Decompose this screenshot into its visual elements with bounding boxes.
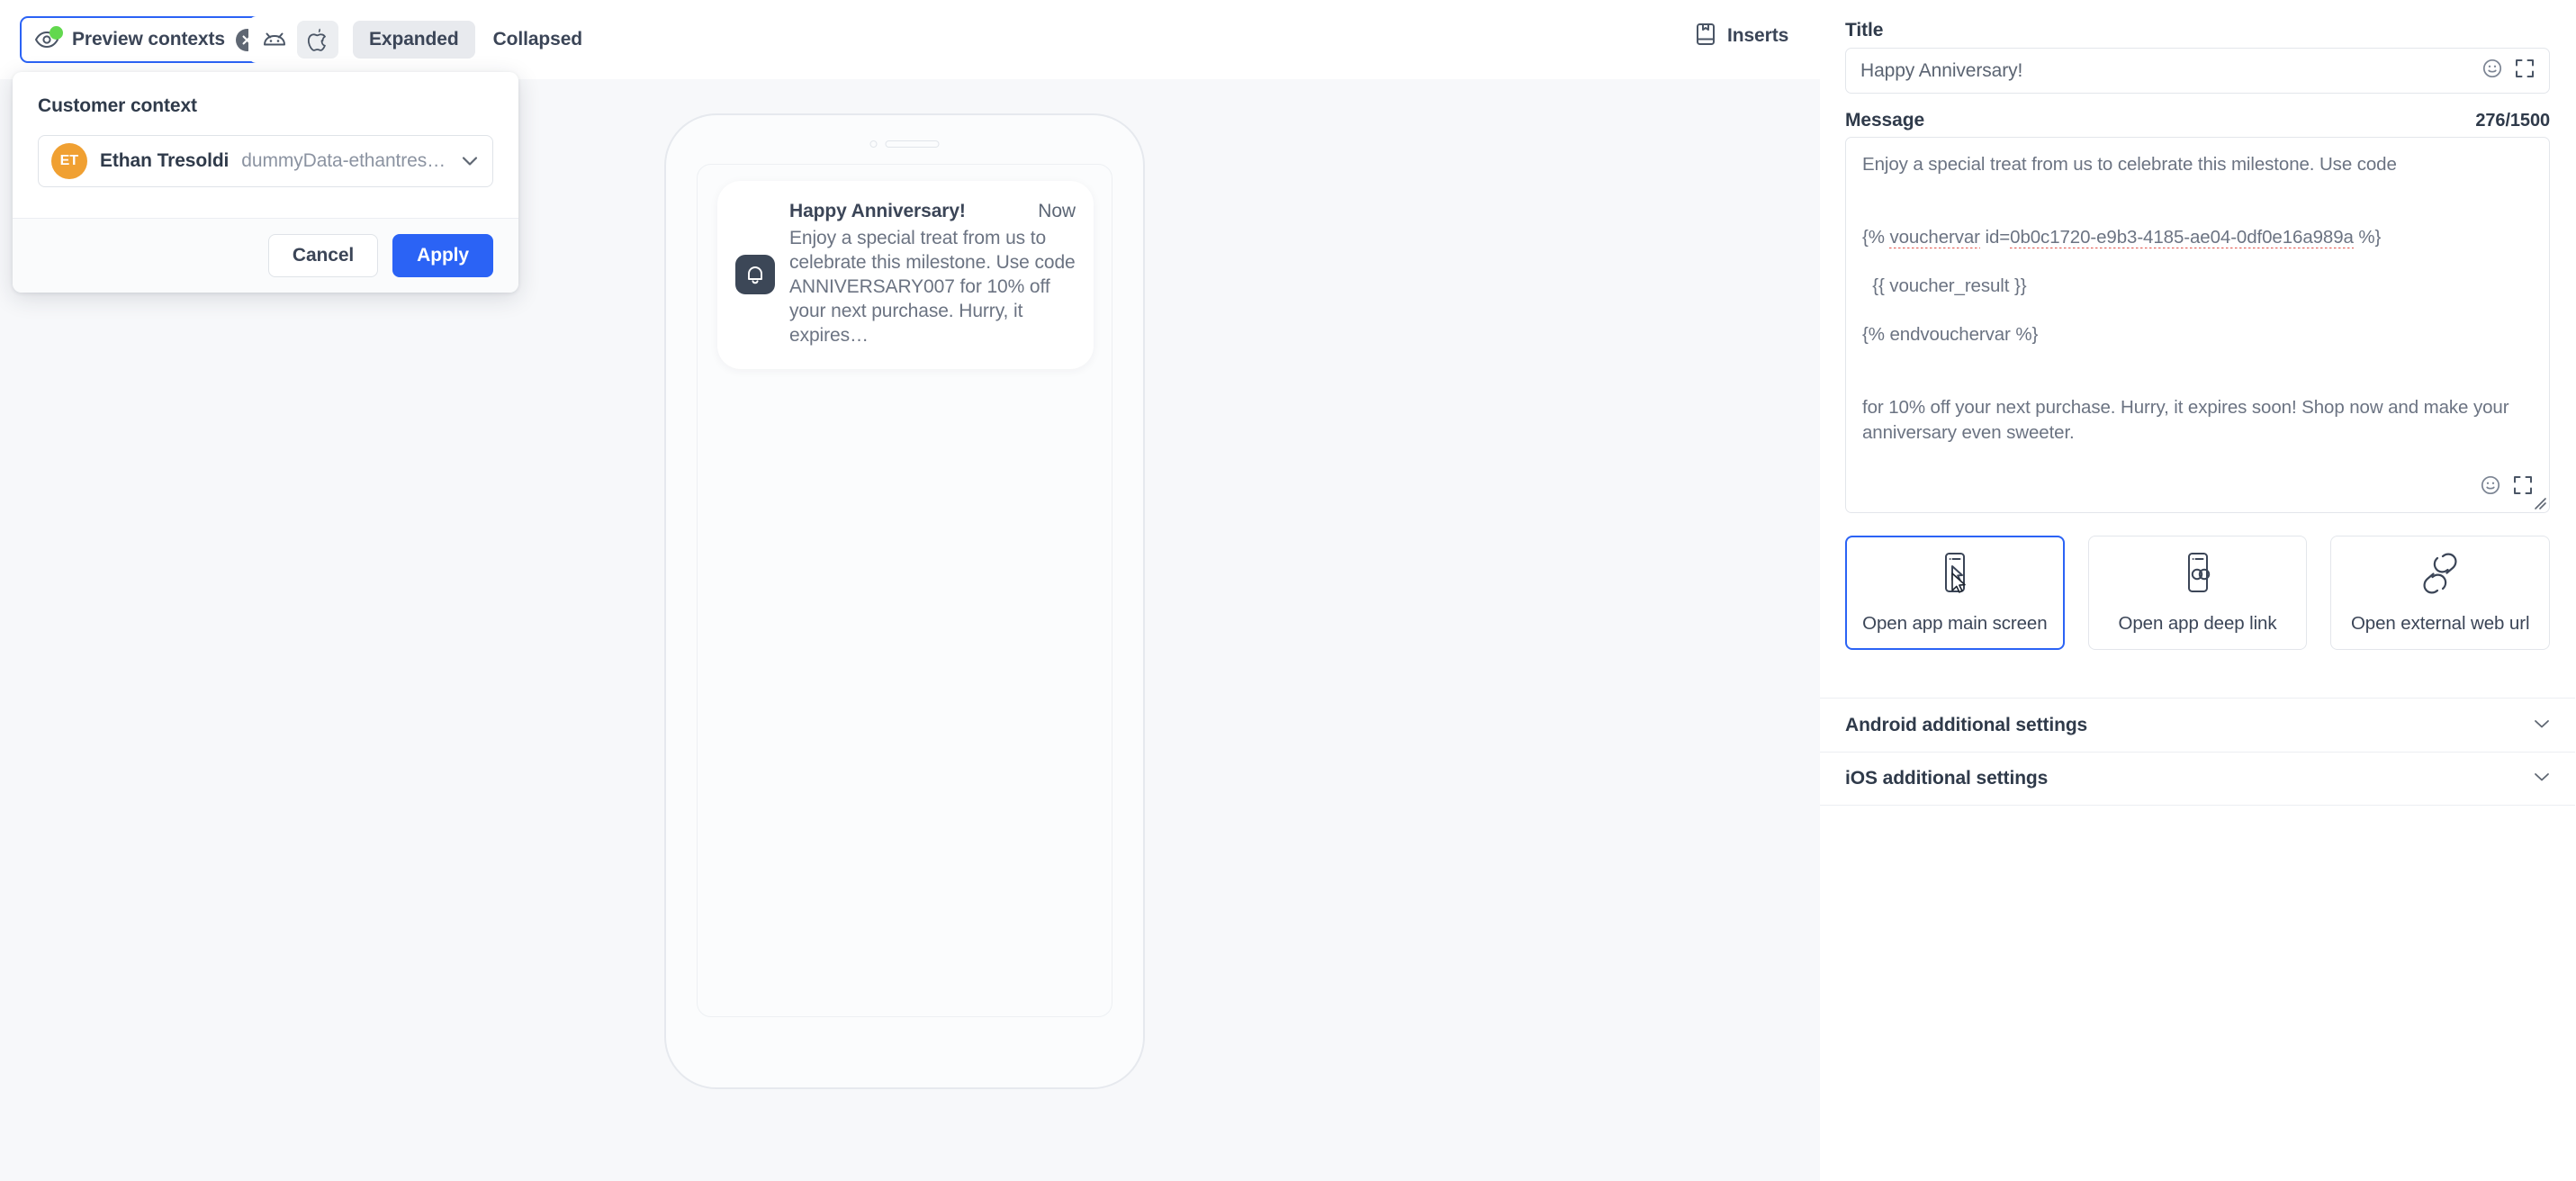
- phone-camera-dot: [870, 140, 878, 148]
- preview-pane: Preview contexts: [0, 0, 1820, 1181]
- phone-cursor-icon: [1938, 551, 1972, 600]
- message-line-4: {% endvouchervar %}: [1862, 324, 2038, 345]
- platform-toggle-group: [248, 16, 344, 63]
- display-mode-group: Expanded Collapsed: [349, 16, 602, 63]
- emoji-icon[interactable]: [2481, 475, 2500, 500]
- book-icon: [1696, 23, 1716, 50]
- message-tag-keyword: vouchervar: [1889, 227, 1979, 248]
- chain-link-icon: [2419, 551, 2461, 600]
- action-card-group: Open app main screen Open app deep link: [1845, 536, 2550, 650]
- message-field-label: Message: [1845, 110, 1924, 131]
- message-textarea[interactable]: Enjoy a special treat from us to celebra…: [1845, 137, 2550, 513]
- customer-name: Ethan Tresoldi: [100, 150, 229, 172]
- emoji-icon[interactable]: [2482, 59, 2502, 83]
- popover-body: Customer context ET Ethan Tresoldi dummy…: [13, 72, 518, 218]
- cancel-button[interactable]: Cancel: [268, 234, 378, 277]
- notification-header: Happy Anniversary! Now: [789, 201, 1076, 222]
- action-card-label: Open external web url: [2351, 613, 2529, 635]
- title-input[interactable]: Happy Anniversary!: [1845, 48, 2550, 94]
- message-line-3: {{ voucher_result }}: [1862, 275, 2026, 296]
- customer-context-popover: Customer context ET Ethan Tresoldi dummy…: [13, 72, 518, 293]
- mode-collapsed-button[interactable]: Collapsed: [477, 21, 599, 59]
- message-tag-id: 0b0c1720-e9b3-4185-ae04-0df0e16a989a: [2010, 227, 2354, 248]
- popover-footer: Cancel Apply: [13, 218, 518, 293]
- inserts-label: Inserts: [1727, 25, 1788, 47]
- notification-body: Happy Anniversary! Now Enjoy a special t…: [789, 201, 1076, 347]
- platform-toggle-ios[interactable]: [297, 21, 338, 59]
- phone-screen: Happy Anniversary! Now Enjoy a special t…: [697, 164, 1112, 1017]
- message-textarea-content: Enjoy a special treat from us to celebra…: [1846, 138, 2549, 445]
- apply-button[interactable]: Apply: [392, 234, 493, 277]
- phone-mockup: Happy Anniversary! Now Enjoy a special t…: [664, 113, 1145, 1089]
- notification-timestamp: Now: [1038, 201, 1076, 222]
- textarea-resize-handle[interactable]: [2531, 494, 2547, 510]
- customer-email: dummyData-ethantresoldi@syn...: [241, 150, 449, 172]
- chevron-down-icon: [462, 156, 478, 167]
- message-line-1: Enjoy a special treat from us to celebra…: [1862, 154, 2397, 175]
- platform-toggle-android[interactable]: [254, 21, 295, 59]
- message-input-icons: [2481, 475, 2533, 500]
- expand-icon[interactable]: [2513, 475, 2533, 500]
- action-card-open-app-main-screen[interactable]: Open app main screen: [1845, 536, 2065, 650]
- action-card-label: Open app deep link: [2119, 613, 2277, 635]
- title-input-icons: [2482, 59, 2535, 83]
- push-notification-editor-screen: Preview contexts: [0, 0, 2576, 1181]
- customer-context-select[interactable]: ET Ethan Tresoldi dummyData-ethantresold…: [38, 135, 493, 187]
- mode-expanded-button[interactable]: Expanded: [353, 21, 475, 59]
- phone-link-icon: [2181, 551, 2215, 600]
- chevron-down-icon: [2534, 717, 2550, 734]
- preview-contexts-label: Preview contexts: [72, 29, 225, 50]
- settings-pane: Title Happy Anniversary!: [1820, 0, 2576, 1181]
- chevron-down-icon: [2534, 771, 2550, 787]
- action-card-open-app-deep-link[interactable]: Open app deep link: [2088, 536, 2308, 650]
- message-label-row: Message 276/1500: [1845, 110, 2550, 131]
- preview-toolbar: Preview contexts: [0, 0, 1820, 79]
- accordion-label: iOS additional settings: [1845, 768, 2048, 789]
- preview-contexts-chip[interactable]: Preview contexts: [20, 16, 275, 63]
- phone-speaker: [870, 140, 940, 148]
- phone-earpiece: [886, 140, 940, 148]
- accordion-label: Android additional settings: [1845, 715, 2087, 736]
- inserts-button[interactable]: Inserts: [1676, 11, 1808, 61]
- action-card-label: Open app main screen: [1862, 613, 2047, 635]
- title-input-value: Happy Anniversary!: [1860, 60, 2482, 82]
- active-status-dot: [50, 26, 63, 40]
- notification-title: Happy Anniversary!: [789, 201, 966, 222]
- title-field-label: Title: [1845, 20, 1883, 41]
- message-tag-idlabel: id=: [1980, 227, 2010, 248]
- message-tag-suffix: %}: [2354, 227, 2381, 248]
- notification-preview-card: Happy Anniversary! Now Enjoy a special t…: [717, 181, 1094, 369]
- accordion-android-additional-settings[interactable]: Android additional settings: [1820, 698, 2575, 752]
- message-line-6: for 10% off your next purchase. Hurry, i…: [1862, 397, 2514, 442]
- avatar: ET: [51, 143, 87, 179]
- message-tag-prefix: {%: [1862, 227, 1889, 248]
- eye-icon: [34, 29, 61, 50]
- popover-title: Customer context: [38, 95, 493, 117]
- accordion-ios-additional-settings[interactable]: iOS additional settings: [1820, 752, 2575, 806]
- bell-icon: [735, 255, 775, 294]
- expand-icon[interactable]: [2515, 59, 2535, 83]
- action-card-open-external-web-url[interactable]: Open external web url: [2330, 536, 2550, 650]
- notification-text: Enjoy a special treat from us to celebra…: [789, 226, 1076, 347]
- message-character-count: 276/1500: [2475, 111, 2550, 131]
